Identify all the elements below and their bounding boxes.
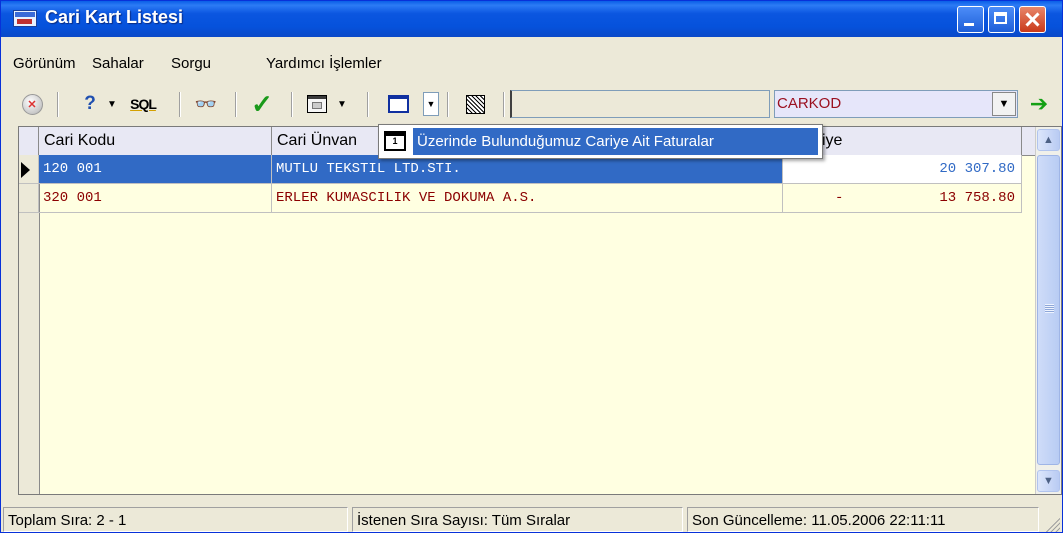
- bakiye-amount: 20 307.80: [939, 161, 1015, 177]
- close-button[interactable]: [1019, 6, 1046, 33]
- app-icon[interactable]: [13, 10, 37, 27]
- query-help-button[interactable]: ?: [75, 90, 105, 118]
- menu-sorgu[interactable]: Sorgu: [171, 55, 211, 72]
- row-indicator: [19, 184, 39, 213]
- chevron-up-icon: ▲: [1043, 134, 1054, 146]
- report-icon: [465, 94, 485, 114]
- sql-button[interactable]: SQL: [121, 90, 165, 118]
- status-istenen-sira: İstenen Sıra Sayısı: Tüm Sıralar: [352, 507, 683, 532]
- bakiye-sign: -: [835, 190, 844, 206]
- resize-grip-icon[interactable]: [1044, 516, 1060, 532]
- menu-sahalar[interactable]: Sahalar: [92, 55, 144, 72]
- grip-icon: [1045, 304, 1054, 313]
- status-bar: Toplam Sıra: 2 - 1 İstenen Sıra Sayısı: …: [1, 507, 1062, 532]
- scroll-thumb[interactable]: [1037, 155, 1060, 465]
- find-button[interactable]: 👓: [191, 90, 221, 118]
- scroll-down-button[interactable]: ▼: [1037, 470, 1060, 492]
- menu-gorunum[interactable]: Görünüm: [13, 55, 76, 72]
- related-forms-dropdown[interactable]: ▼: [423, 92, 439, 116]
- checkmark-icon: ✓: [251, 88, 273, 119]
- row-indicator: [19, 155, 39, 184]
- cell-bakiye[interactable]: 20 307.80: [783, 155, 1022, 184]
- menu-item-cari-faturalar[interactable]: Üzerinde Bulunduğumuz Cariye Ait Fatural…: [413, 128, 818, 155]
- report-button[interactable]: [459, 90, 491, 118]
- current-row-arrow-icon: [21, 162, 30, 178]
- header-cari-kodu[interactable]: Cari Kodu: [39, 127, 272, 155]
- stop-icon: ✕: [21, 93, 43, 115]
- header-indicator-cell: [19, 127, 39, 155]
- status-son-guncelleme: Son Güncelleme: 11.05.2006 22:11:11: [687, 507, 1039, 532]
- stop-button[interactable]: ✕: [19, 90, 45, 118]
- arrow-right-icon: ➔: [1029, 91, 1049, 116]
- maximize-button[interactable]: [988, 6, 1015, 33]
- related-forms-menu: 1 Üzerinde Bulunduğumuz Cariye Ait Fatur…: [378, 124, 823, 159]
- chevron-down-icon: ▼: [1043, 475, 1054, 487]
- menu-bar: Görünüm Sahalar Sorgu Yardımcı İşlemler: [1, 53, 1062, 75]
- chevron-down-icon: ▼: [337, 98, 347, 110]
- go-arrow-button[interactable]: ➔: [1026, 93, 1052, 117]
- toolbar-separator: [447, 92, 449, 117]
- bakiye-amount: 13 758.80: [939, 190, 1015, 206]
- confirm-button[interactable]: ✓: [247, 88, 277, 119]
- grid-view-button[interactable]: [301, 90, 333, 118]
- toolbar-separator: [367, 92, 369, 117]
- field-select-value: CARKOD: [777, 95, 842, 112]
- toolbar-separator: [57, 92, 59, 117]
- field-select-dropdown-button[interactable]: ▼: [992, 92, 1016, 116]
- invoice-window-icon: 1: [384, 131, 406, 151]
- help-icon: ?: [84, 93, 96, 114]
- search-input[interactable]: [510, 90, 770, 118]
- chevron-down-icon: ▼: [107, 98, 117, 110]
- toolbar-separator: [291, 92, 293, 117]
- cell-bakiye[interactable]: - 13 758.80: [783, 184, 1022, 213]
- cell-cari-unvan[interactable]: MUTLU TEKSTIL LTD.STI.: [272, 155, 783, 184]
- field-select[interactable]: CARKOD ▼: [774, 90, 1018, 118]
- chevron-down-icon: ▼: [426, 99, 436, 109]
- sql-icon: SQL: [130, 96, 157, 112]
- cell-cari-kodu[interactable]: 120 001: [39, 155, 272, 184]
- related-forms-button[interactable]: [381, 90, 415, 118]
- menu-yardimci-islemler[interactable]: Yardımcı İşlemler: [266, 55, 382, 72]
- window-icon: [387, 95, 409, 113]
- grid-view-dropdown[interactable]: ▼: [335, 90, 349, 118]
- table-row[interactable]: 120 001 MUTLU TEKSTIL LTD.STI. 20 307.80: [19, 155, 1036, 184]
- scroll-up-button[interactable]: ▲: [1037, 129, 1060, 151]
- cari-kart-window: Cari Kart Listesi Görünüm Sahalar Sorgu …: [0, 0, 1063, 533]
- vertical-scrollbar[interactable]: ▲ ▼: [1035, 127, 1061, 494]
- status-toplam-sira: Toplam Sıra: 2 - 1: [3, 507, 348, 532]
- toolbar: ✕ ? ▼ SQL 👓 ✓ ▼ ▼ CARKOD ▼ ➔: [1, 86, 1062, 124]
- title-bar[interactable]: Cari Kart Listesi: [1, 1, 1062, 37]
- table-row[interactable]: 320 001 ERLER KUMASCILIK VE DOKUMA A.S. …: [19, 184, 1036, 213]
- cell-cari-kodu[interactable]: 320 001: [39, 184, 272, 213]
- toolbar-separator: [179, 92, 181, 117]
- binoculars-icon: 👓: [194, 93, 218, 114]
- query-help-dropdown[interactable]: ▼: [105, 90, 119, 118]
- chevron-down-icon: ▼: [998, 98, 1010, 110]
- toolbar-separator: [503, 92, 505, 117]
- grid-view-icon: [307, 95, 327, 113]
- toolbar-separator: [235, 92, 237, 117]
- cell-cari-unvan[interactable]: ERLER KUMASCILIK VE DOKUMA A.S.: [272, 184, 783, 213]
- minimize-button[interactable]: [957, 6, 984, 33]
- data-grid: Cari Kodu Cari Ünvan iye 120 001 MUTLU T…: [18, 126, 1062, 495]
- window-title: Cari Kart Listesi: [45, 7, 184, 27]
